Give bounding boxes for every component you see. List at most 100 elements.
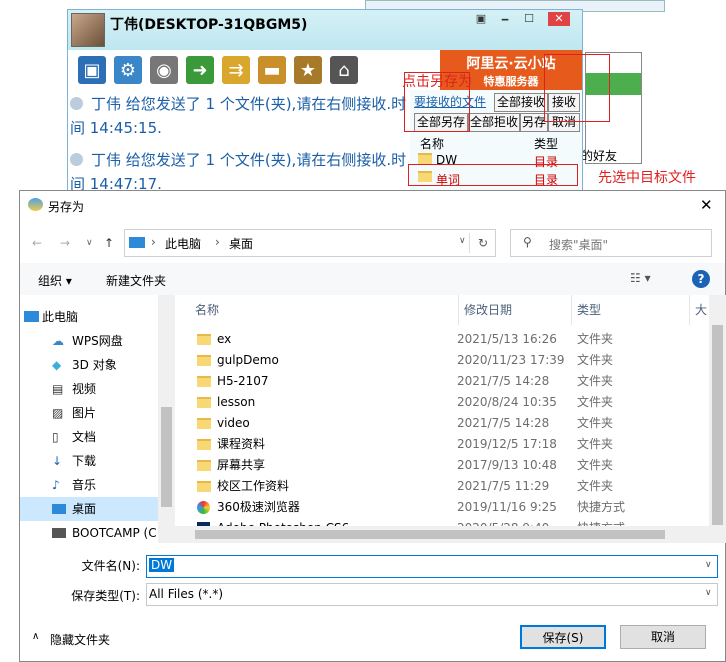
friend-text: 的好友 [581, 149, 618, 163]
avatar[interactable] [71, 13, 105, 47]
cell-date: 2019/11/16 9:25 [457, 500, 557, 514]
new-folder-button[interactable]: 新建文件夹 [106, 272, 166, 289]
search-input[interactable]: ⚲ 搜索"桌面" [510, 229, 712, 257]
tree-item-bootcamp[interactable]: BOOTCAMP (C [20, 521, 158, 545]
table-row[interactable]: 课程资料 2019/12/5 17:18 文件夹 [195, 434, 705, 455]
breadcrumb-desktop[interactable]: 桌面 [229, 235, 253, 252]
folder-icon [197, 376, 211, 387]
close-icon[interactable]: ✕ [700, 196, 713, 214]
browser-icon [197, 501, 210, 514]
table-row[interactable]: 360极速浏览器 2019/11/16 9:25 快捷方式 [195, 497, 705, 518]
tree-item-music[interactable]: ♪ 音乐 [20, 473, 158, 497]
search-icon: ⚲ [523, 235, 532, 249]
cell-name: ex [217, 332, 232, 346]
filename-input[interactable]: DW ∨ [146, 555, 718, 578]
table-row[interactable]: H5-2107 2021/7/5 14:28 文件夹 [195, 371, 705, 392]
cell-type: 文件夹 [577, 374, 614, 388]
cancel-button[interactable]: 取消 [620, 625, 706, 649]
tree-scrollbar[interactable] [158, 295, 175, 543]
chevron-down-icon[interactable]: ∨ [705, 560, 712, 570]
cell-type: 文件夹 [577, 437, 614, 451]
folder-icon [197, 439, 211, 450]
folder-icon[interactable]: ▬ [258, 56, 286, 84]
refresh-icon[interactable]: ↻ [469, 233, 496, 253]
cell-name: 校区工作资料 [217, 479, 290, 493]
table-row[interactable]: 校区工作资料 2021/7/5 11:29 文件夹 [195, 476, 705, 497]
help-icon[interactable]: ? [692, 270, 710, 288]
table-row[interactable]: gulpDemo 2020/11/23 17:39 文件夹 [195, 350, 705, 371]
maximize-icon[interactable]: ☐ [520, 12, 538, 26]
minimize-icon[interactable]: 🗕 [496, 12, 514, 26]
hide-folders-toggle[interactable]: 隐藏文件夹 [50, 631, 110, 648]
tree-item-3d[interactable]: ◆ 3D 对象 [20, 353, 158, 377]
chevron-up-icon[interactable]: ∧ [32, 631, 39, 642]
tree-item-video[interactable]: ▤ 视频 [20, 377, 158, 401]
cell-name: H5-2107 [217, 374, 269, 388]
navigation-tree: 此电脑 ☁ WPS网盘 ◆ 3D 对象 ▤ 视频 ▨ 图片 ▯ 文档 ↓ 下载 ♪ 音乐 桌面… [20, 295, 165, 543]
view-icon[interactable]: ☷ ▾ [630, 271, 651, 285]
table-row[interactable]: lesson 2020/8/24 10:35 文件夹 [195, 392, 705, 413]
dialog-titlebar: 另存为 ✕ [20, 191, 725, 221]
share-icon[interactable]: ★ [294, 56, 322, 84]
cell-date: 2021/7/5 11:29 [457, 479, 550, 493]
chevron-down-icon[interactable]: ∨ [459, 236, 466, 246]
tree-item-documents[interactable]: ▯ 文档 [20, 425, 158, 449]
filetype-select[interactable]: All Files (*.*) ∨ [146, 583, 718, 606]
col-size[interactable]: 大 [689, 295, 707, 325]
address-bar[interactable]: › 此电脑 › 桌面 ∨ ↻ [124, 229, 496, 257]
filetype-value: All Files (*.*) [149, 587, 224, 601]
folder-icon [418, 153, 432, 164]
save-as-dialog: 另存为 ✕ ← → ∨ ↑ › 此电脑 › 桌面 ∨ ↻ ⚲ 搜索"桌面" 组织… [19, 190, 726, 662]
save-button[interactable]: 保存(S) [520, 625, 606, 649]
message-2: 丁伟 给您发送了 1 个文件(夹),请在右侧接收.时间 14:47:17. [70, 151, 407, 193]
chevron-down-icon[interactable]: ∨ [705, 588, 712, 598]
monitor-icon[interactable]: ▣ [78, 56, 106, 84]
list-scrollbar[interactable] [709, 295, 726, 543]
skin-icon[interactable]: ▣ [472, 12, 490, 26]
dialog-app-icon [28, 198, 43, 211]
forward-icon[interactable]: → [60, 229, 70, 257]
chevron-down-icon[interactable]: ∨ [86, 229, 93, 257]
tree-item-desktop[interactable]: 桌面 [20, 497, 158, 521]
breadcrumb-this-pc[interactable]: 此电脑 [165, 235, 201, 252]
qq-header: 丁伟(DESKTOP-31QBGM5) ▣ 🗕 ☐ ✕ [68, 10, 582, 50]
cell-date: 2021/7/5 14:28 [457, 416, 550, 430]
cell-name: lesson [217, 395, 256, 409]
remote-desktop-icon[interactable]: ⚙ [114, 56, 142, 84]
info-icon [70, 97, 83, 110]
annotation-box-right [544, 54, 610, 122]
col-name[interactable]: 名称 [195, 295, 219, 325]
accept-all-button[interactable]: 全部接收 [494, 93, 548, 112]
folder-icon [197, 418, 211, 429]
home-icon[interactable]: ⌂ [330, 56, 358, 84]
list-hscrollbar[interactable] [175, 526, 709, 543]
table-row[interactable]: video 2021/7/5 14:28 文件夹 [195, 413, 705, 434]
folder-icon [197, 334, 211, 345]
up-icon[interactable]: ↑ [104, 229, 114, 257]
tree-item-pictures[interactable]: ▨ 图片 [20, 401, 158, 425]
col-type[interactable]: 类型 [571, 295, 601, 325]
cell-name: gulpDemo [217, 353, 279, 367]
cell-type: 文件夹 [577, 479, 614, 493]
send-folder-icon[interactable]: ⇉ [222, 56, 250, 84]
cell-name: 屏幕共享 [217, 458, 266, 472]
cell-date: 2020/8/24 10:35 [457, 395, 557, 409]
table-row[interactable]: 屏幕共享 2017/9/13 10:48 文件夹 [195, 455, 705, 476]
filename-value: DW [149, 558, 175, 572]
annotation-click-save: 点击另存为 [402, 74, 472, 90]
reject-all-button[interactable]: 全部拒收 [468, 113, 520, 132]
cell-date: 2020/11/23 17:39 [457, 353, 565, 367]
send-file-icon[interactable]: ➜ [186, 56, 214, 84]
tree-item-this-pc[interactable]: 此电脑 [20, 305, 158, 329]
cell-name: 360极速浏览器 [217, 500, 300, 514]
filetype-label: 保存类型(T): [71, 589, 140, 603]
table-row[interactable]: ex 2021/5/13 16:26 文件夹 [195, 329, 705, 350]
command-bar: 组织 ▾ 新建文件夹 ☷ ▾ ? [20, 263, 725, 295]
tree-item-downloads[interactable]: ↓ 下载 [20, 449, 158, 473]
microphone-icon[interactable]: ◉ [150, 56, 178, 84]
close-icon[interactable]: ✕ [548, 12, 570, 26]
col-date[interactable]: 修改日期 [458, 295, 512, 325]
back-icon[interactable]: ← [32, 229, 42, 257]
tree-item-wps[interactable]: ☁ WPS网盘 [20, 329, 158, 353]
organize-button[interactable]: 组织 ▾ [38, 272, 72, 289]
